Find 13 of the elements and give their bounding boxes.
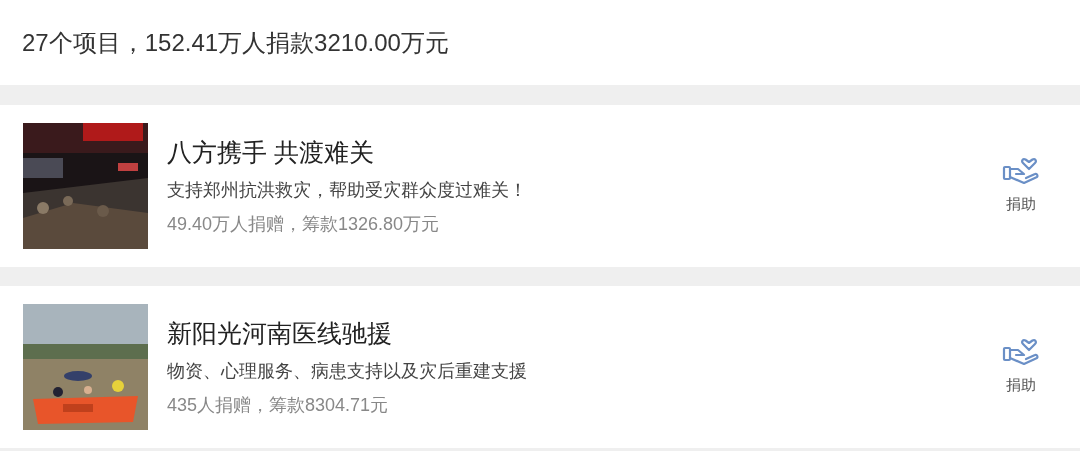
hand-heart-icon bbox=[1002, 156, 1040, 187]
donation-stats: 435人捐赠，筹款8304.71元 bbox=[167, 394, 390, 417]
project-card[interactable]: 新阳光河南医线驰援 物资、心理服务、病患支持以及灾后重建支援 435人捐赠，筹款8304.71元 捐助 bbox=[0, 286, 1080, 448]
summary-text: 27个项目，152.41万人捐款3210.00万元 bbox=[22, 27, 449, 58]
project-description: 支持郑州抗洪救灾，帮助受灾群众度过难关！ bbox=[167, 179, 528, 202]
project-title: 新阳光河南医线驰援 bbox=[167, 318, 393, 349]
project-card[interactable]: 八方携手 共渡难关 支持郑州抗洪救灾，帮助受灾群众度过难关！ 49.40万人捐赠，筹款1326.80万元 捐助 bbox=[0, 105, 1080, 267]
hand-heart-icon bbox=[1002, 337, 1040, 368]
donate-button[interactable]: 捐助 bbox=[1002, 156, 1040, 216]
project-title: 八方携手 共渡难关 bbox=[167, 137, 375, 168]
project-description: 物资、心理服务、病患支持以及灾后重建支援 bbox=[167, 360, 528, 383]
donate-button[interactable]: 捐助 bbox=[1002, 337, 1040, 397]
donation-stats: 49.40万人捐赠，筹款1326.80万元 bbox=[167, 213, 441, 236]
